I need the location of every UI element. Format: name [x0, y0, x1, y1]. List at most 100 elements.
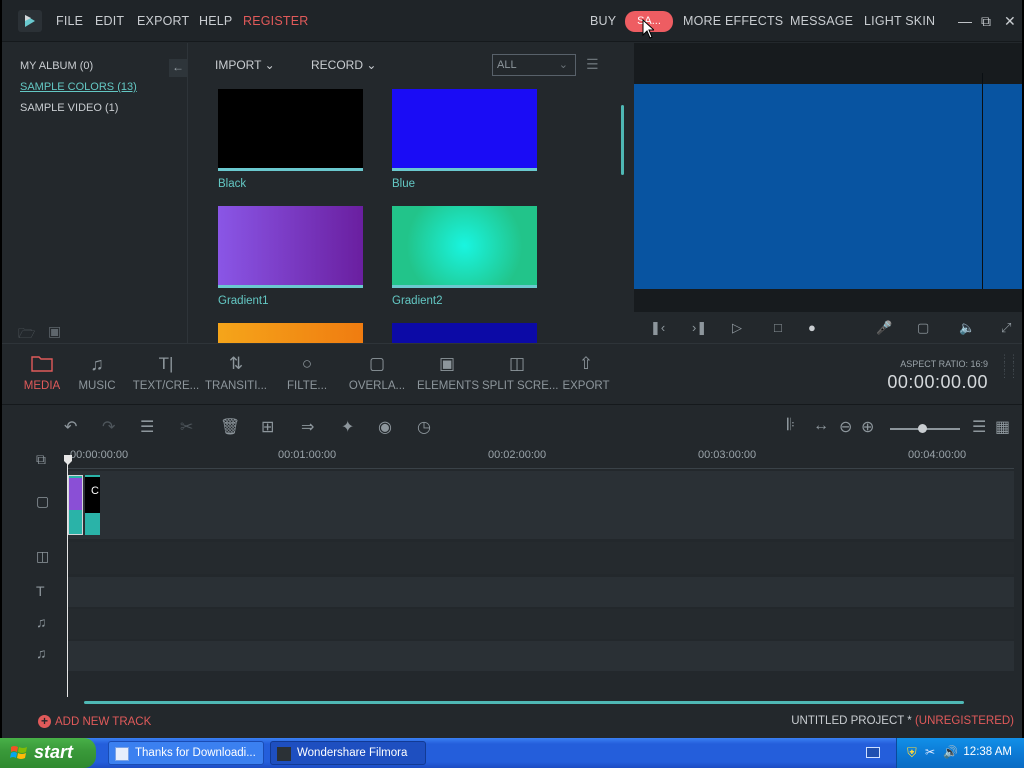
list-view-icon[interactable]: ☰ [586, 56, 599, 73]
power-tool-icon[interactable]: ✦ [341, 417, 354, 437]
filmora-window: FILE EDIT EXPORT HELP REGISTER BUY SA...… [2, 0, 1022, 738]
ruler-tick: 00:01:00:00 [278, 449, 337, 461]
volume-icon[interactable]: 🔈 [959, 320, 975, 336]
tool-filters[interactable]: ○ FILTE... [285, 354, 329, 392]
zoom-out-icon[interactable]: ⊖ [839, 417, 852, 437]
overlay-track[interactable] [68, 542, 1014, 574]
thumb-black[interactable] [218, 89, 363, 171]
music-track-1[interactable] [68, 609, 1014, 639]
album-sample-video[interactable]: SAMPLE VIDEO (1) [20, 102, 118, 114]
detach-icon[interactable]: ⇒ [301, 417, 314, 437]
color-palette-icon[interactable]: ◉ [378, 417, 392, 437]
minimize-icon[interactable]: — [958, 13, 972, 29]
menu-file[interactable]: FILE [56, 14, 83, 28]
clip-label: C [85, 477, 100, 513]
thumb-orange[interactable] [218, 323, 363, 343]
undo-icon[interactable]: ↶ [64, 417, 77, 437]
text-track[interactable] [68, 577, 1014, 607]
redo-icon[interactable]: ↷ [102, 417, 115, 437]
tool-split-screen[interactable]: ◫ SPLIT SCRE... [482, 354, 559, 392]
preview-divider [982, 73, 983, 289]
security-shield-icon[interactable]: ⛨ [907, 745, 917, 761]
system-clock: 12:38 AM [963, 746, 1012, 758]
restore-icon[interactable]: ⧉ [981, 13, 991, 30]
more-effects-link[interactable]: MORE EFFECTS [683, 14, 783, 28]
start-button[interactable]: start [0, 738, 96, 768]
link-icon[interactable]: ⧉ [36, 451, 46, 468]
audio-mixer-icon[interactable]: 𝄆 [787, 417, 795, 435]
thumb-label: Gradient1 [218, 295, 269, 307]
record-dropdown[interactable]: RECORD ⌄ [311, 58, 376, 72]
library-scrollbar[interactable] [621, 105, 624, 175]
thumb-navy[interactable] [392, 323, 537, 343]
collapse-panel-button[interactable]: ← [169, 59, 187, 77]
menu-bar: FILE EDIT EXPORT HELP REGISTER BUY SA...… [2, 0, 1022, 42]
step-forward-icon[interactable]: ›❚ [692, 320, 707, 336]
transition-icon: ⇅ [228, 354, 244, 373]
video-track[interactable] [68, 471, 1014, 539]
skip-back-icon[interactable]: ❚‹ [650, 320, 665, 336]
menu-register[interactable]: REGISTER [243, 14, 309, 28]
volume-tray-icon[interactable]: 🔊 [943, 745, 958, 759]
grid-icon[interactable]: ▦ [995, 417, 1010, 437]
progress-dot-icon[interactable]: ● [808, 320, 816, 335]
import-dropdown[interactable]: IMPORT ⌄ [215, 58, 275, 72]
task-filmora[interactable]: Wondershare Filmora [270, 741, 426, 765]
timeline-ruler[interactable]: 00:00:00:00 00:01:00:00 00:02:00:00 00:0… [68, 447, 1014, 469]
thumb-blue[interactable] [392, 89, 537, 171]
playhead[interactable] [67, 457, 68, 697]
album-my-album[interactable]: MY ALBUM (0) [20, 60, 93, 72]
zoom-slider-handle[interactable] [918, 424, 927, 433]
zoom-in-icon[interactable]: ⊕ [861, 417, 874, 437]
close-icon[interactable]: ✕ [1004, 13, 1016, 30]
thumb-gradient1[interactable] [218, 206, 363, 288]
clock-icon[interactable]: ◷ [417, 417, 431, 437]
album-sample-colors[interactable]: SAMPLE COLORS (13) [20, 81, 137, 93]
tool-overlays[interactable]: ▢ OVERLA... [348, 354, 406, 392]
menu-edit[interactable]: EDIT [95, 14, 124, 28]
fullscreen-icon[interactable]: ⤢ [1001, 320, 1011, 336]
tool-label: SPLIT SCRE... [482, 380, 559, 392]
cut-icon[interactable]: ✂ [180, 417, 193, 437]
buy-link[interactable]: BUY [590, 14, 616, 28]
camera-icon[interactable]: ▢ [917, 320, 929, 336]
fit-timeline-icon[interactable]: ↔ [813, 417, 829, 435]
task-label: Wondershare Filmora [297, 747, 408, 759]
add-new-track-button[interactable]: + ADD NEW TRACK [38, 715, 151, 728]
overlay-track-icon: ◫ [36, 548, 50, 564]
filmora-app-icon [277, 747, 291, 761]
chevron-down-icon: ⌄ [558, 59, 568, 71]
clip-gradient1[interactable] [68, 475, 83, 535]
tool-music[interactable]: ♫ MUSIC [76, 354, 118, 392]
crop-icon[interactable]: ⊞ [261, 417, 274, 437]
tool-label: FILTE... [286, 380, 328, 392]
tool-export[interactable]: ⇧ EXPORT [562, 354, 610, 392]
keyboard-icon[interactable] [866, 747, 880, 758]
message-link[interactable]: MESSAGE [790, 14, 853, 28]
play-icon[interactable]: ▷ [732, 320, 742, 336]
menu-help[interactable]: HELP [199, 14, 232, 28]
stop-icon[interactable]: □ [774, 320, 782, 335]
filter-icon: ○ [301, 354, 313, 373]
timeline-scrollbar[interactable] [84, 701, 964, 704]
delete-icon[interactable]: 🗑 [220, 417, 240, 437]
tool-text[interactable]: T| TEXT/CRE... [132, 354, 200, 392]
light-skin-link[interactable]: LIGHT SKIN [864, 14, 935, 28]
adjust-icon[interactable]: ☰ [140, 417, 154, 437]
preview-screen[interactable] [634, 84, 1022, 289]
filter-select[interactable]: ALL ⌄ [492, 54, 576, 76]
network-icon[interactable]: ✂ [925, 745, 935, 759]
delete-folder-icon[interactable]: ▣ [48, 323, 61, 340]
text-track-icon: T [36, 583, 45, 599]
menu-export[interactable]: EXPORT [137, 14, 189, 28]
music-track-2[interactable] [68, 641, 1014, 671]
task-downloads[interactable]: Thanks for Downloadi... [108, 741, 264, 765]
list-icon[interactable]: ☰ [972, 417, 986, 437]
tool-transition[interactable]: ⇅ TRANSITI... [205, 354, 267, 392]
tool-elements[interactable]: ▣ ELEMENTS [417, 354, 479, 392]
thumb-gradient2[interactable] [392, 206, 537, 288]
clip-black[interactable]: C [85, 475, 100, 535]
microphone-icon[interactable]: 🎤 [876, 320, 892, 336]
tool-media[interactable]: MEDIA [22, 354, 62, 392]
panel-grip-icon[interactable]: ⋮⋮ ⋮⋮ ⋮⋮ [1000, 354, 1018, 379]
